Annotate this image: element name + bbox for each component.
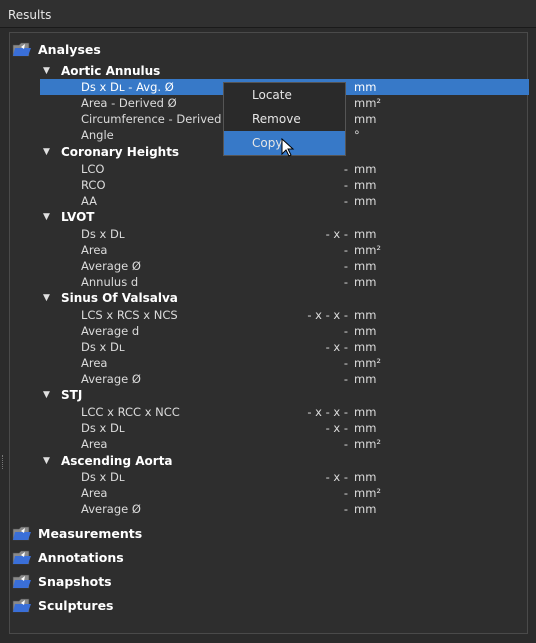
row-unit: mm (354, 194, 377, 208)
row-value: - (343, 275, 348, 289)
menu-item-label: Locate (252, 88, 292, 102)
group-ascending-aorta[interactable]: Ascending Aorta (61, 454, 173, 468)
row-unit: mm (354, 470, 377, 484)
row-unit: mm (354, 324, 377, 338)
section-sculptures[interactable]: Sculptures (38, 598, 114, 613)
row-label[interactable]: Ds x Dʟ - Avg. Ø (81, 80, 174, 94)
row-unit: mm (354, 259, 377, 273)
folder-icon (12, 41, 32, 58)
row-label[interactable]: Average Ø (81, 372, 141, 386)
row-label[interactable]: Annulus d (81, 275, 138, 289)
row-label[interactable]: Area (81, 437, 107, 451)
row-label[interactable]: Average Ø (81, 502, 141, 516)
folder-icon (12, 525, 32, 542)
panel-titlebar: Results (0, 0, 536, 28)
row-unit: mm (354, 227, 377, 241)
triangle-down-icon[interactable]: ▼ (43, 147, 50, 157)
row-value: - (343, 194, 348, 208)
row-value: - (343, 259, 348, 273)
panel-title: Results (8, 8, 52, 22)
row-label[interactable]: Average d (81, 324, 139, 338)
group-coronary-heights[interactable]: Coronary Heights (61, 145, 179, 159)
row-unit: mm (354, 178, 377, 192)
row-label[interactable]: Circumference - Derived (81, 112, 221, 126)
row-label[interactable]: Average Ø (81, 259, 141, 273)
row-unit: mm² (354, 96, 382, 110)
row-label[interactable]: Ds x Dʟ (81, 340, 125, 354)
row-value: - (343, 502, 348, 516)
menu-item-locate[interactable]: Locate (224, 83, 345, 107)
row-label[interactable]: Area - Derived Ø (81, 96, 177, 110)
menu-item-label: Copy (252, 136, 283, 150)
row-unit: mm (354, 308, 377, 322)
row-unit: mm (354, 372, 377, 386)
triangle-down-icon[interactable]: ▼ (43, 456, 50, 466)
folder-icon (12, 597, 32, 614)
folder-icon (12, 573, 32, 590)
row-unit: mm (354, 112, 377, 126)
group-aortic-annulus[interactable]: Aortic Annulus (61, 64, 160, 78)
group-stj[interactable]: STJ (61, 388, 82, 402)
row-unit: mm (354, 80, 377, 94)
section-analyses[interactable]: Analyses (38, 42, 101, 57)
row-value: - (343, 178, 348, 192)
row-value: - x - (325, 470, 348, 484)
mouse-pointer-icon (280, 137, 298, 158)
row-value: - (343, 372, 348, 386)
row-label[interactable]: Angle (81, 128, 114, 142)
row-unit: mm² (354, 437, 382, 451)
row-value: - (343, 324, 348, 338)
row-value: - x - (325, 421, 348, 435)
group-lvot[interactable]: LVOT (61, 210, 94, 224)
section-measurements[interactable]: Measurements (38, 526, 142, 541)
row-unit: mm (354, 421, 377, 435)
resize-grip[interactable] (2, 455, 6, 469)
row-value: - (343, 486, 348, 500)
row-label[interactable]: Area (81, 486, 107, 500)
row-value: - x - (325, 340, 348, 354)
row-unit: mm² (354, 486, 382, 500)
triangle-down-icon[interactable]: ▼ (43, 66, 50, 76)
menu-item-remove[interactable]: Remove (224, 107, 345, 131)
triangle-down-icon[interactable]: ▼ (43, 390, 50, 400)
row-value: - x - x - (307, 308, 348, 322)
row-label[interactable]: LCC x RCC x NCC (81, 405, 180, 419)
row-value: - x - (325, 227, 348, 241)
row-label[interactable]: Area (81, 243, 107, 257)
row-unit: mm (354, 502, 377, 516)
row-label[interactable]: Ds x Dʟ (81, 470, 125, 484)
row-unit: mm (354, 275, 377, 289)
triangle-down-icon[interactable]: ▼ (43, 212, 50, 222)
row-value: - (343, 243, 348, 257)
row-unit: mm² (354, 356, 382, 370)
row-label[interactable]: AA (81, 194, 97, 208)
row-label[interactable]: Ds x Dʟ (81, 421, 125, 435)
row-label[interactable]: RCO (81, 178, 106, 192)
row-value: - x - x - (307, 405, 348, 419)
row-label[interactable]: Area (81, 356, 107, 370)
row-value: - (343, 162, 348, 176)
row-unit: mm (354, 340, 377, 354)
section-annotations[interactable]: Annotations (38, 550, 124, 565)
row-label[interactable]: LCO (81, 162, 105, 176)
row-unit: mm (354, 405, 377, 419)
row-label[interactable]: Ds x Dʟ (81, 227, 125, 241)
row-value: - (343, 437, 348, 451)
row-label[interactable]: LCS x RCS x NCS (81, 308, 178, 322)
menu-item-label: Remove (252, 112, 301, 126)
row-unit: mm (354, 162, 377, 176)
triangle-down-icon[interactable]: ▼ (43, 293, 50, 303)
section-snapshots[interactable]: Snapshots (38, 574, 112, 589)
row-value: - (343, 356, 348, 370)
folder-icon (12, 549, 32, 566)
group-sinus-of-valsalva[interactable]: Sinus Of Valsalva (61, 291, 178, 305)
row-unit: mm² (354, 243, 382, 257)
row-unit: ° (354, 128, 360, 142)
